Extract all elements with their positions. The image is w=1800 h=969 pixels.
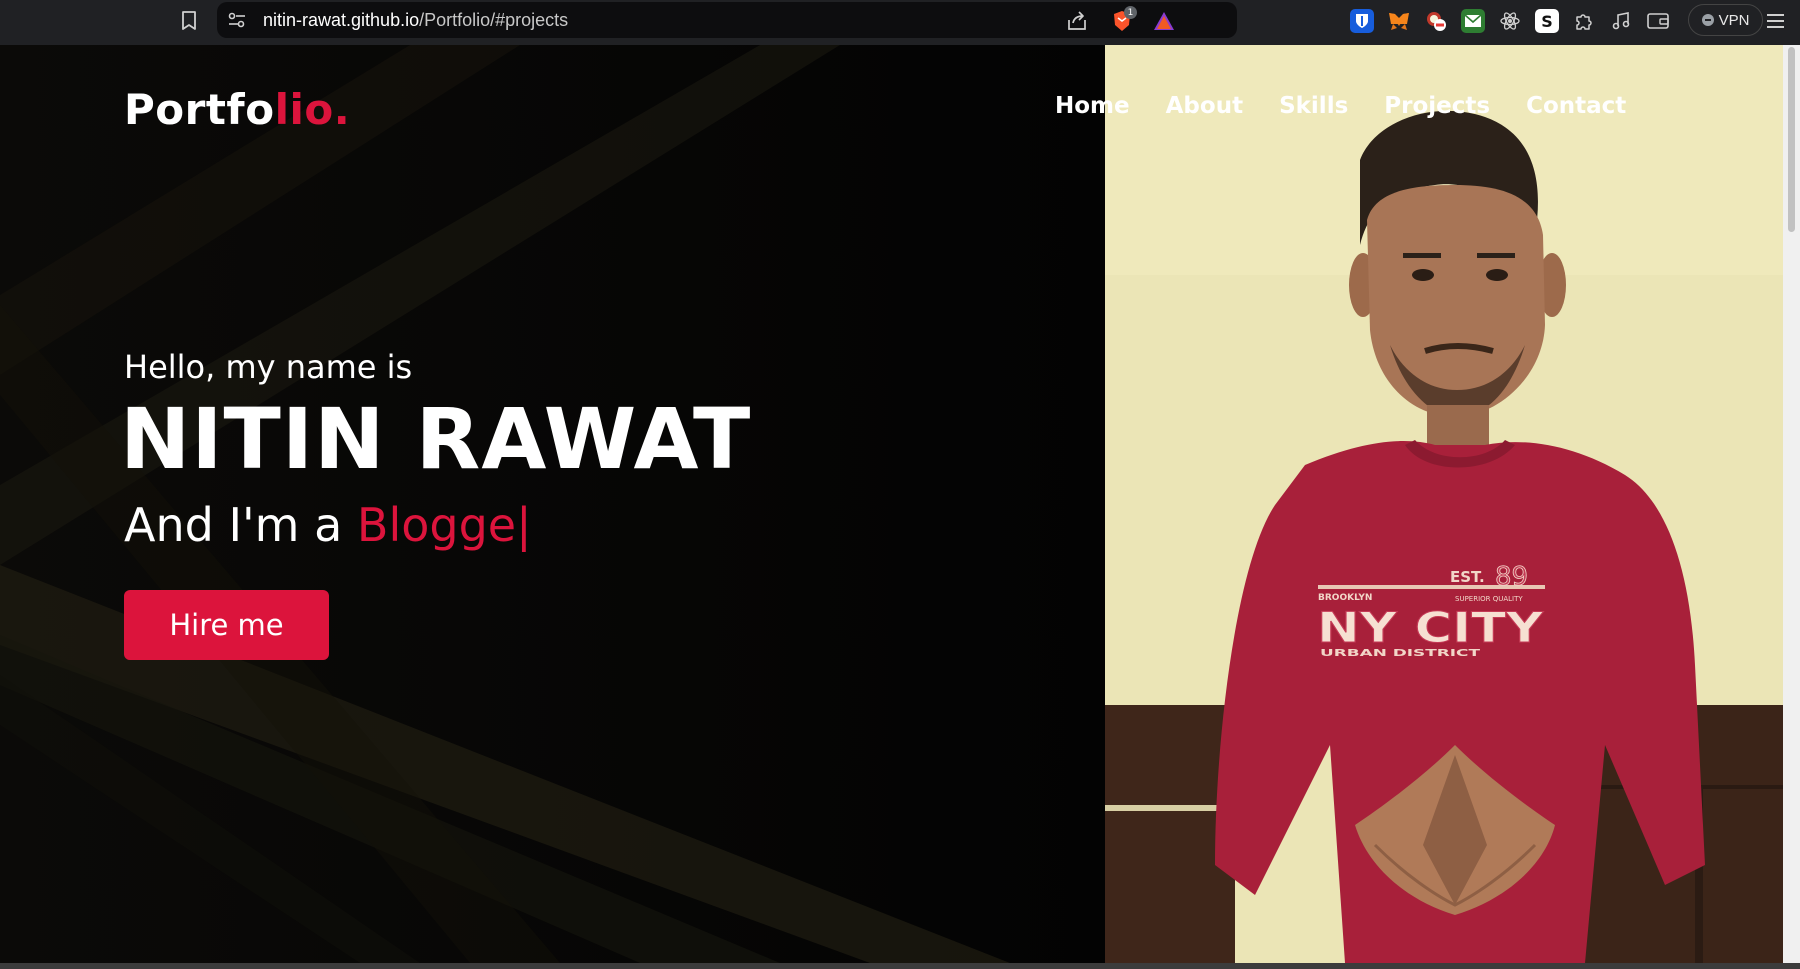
nav-skills[interactable]: Skills bbox=[1279, 93, 1348, 119]
hero-name: NITIN RAWAT bbox=[120, 390, 752, 488]
role-typed-text: Blogge bbox=[356, 498, 517, 552]
nav-contact[interactable]: Contact bbox=[1526, 93, 1626, 119]
ublock-icon[interactable] bbox=[1424, 9, 1448, 33]
logo-accent: lio. bbox=[274, 85, 351, 134]
role-prefix: And I'm a bbox=[124, 498, 357, 552]
nav-home[interactable]: Home bbox=[1055, 93, 1130, 119]
metamask-icon[interactable] bbox=[1387, 9, 1411, 33]
site-settings-icon[interactable] bbox=[227, 10, 247, 30]
react-devtools-icon[interactable] bbox=[1498, 9, 1522, 33]
puzzle-icon[interactable] bbox=[1572, 9, 1596, 33]
nav-about[interactable]: About bbox=[1166, 93, 1243, 119]
share-icon[interactable] bbox=[1065, 9, 1089, 33]
site-logo[interactable]: Portfolio. bbox=[124, 85, 350, 134]
vpn-button[interactable]: VPN bbox=[1688, 4, 1763, 36]
wallet-icon[interactable] bbox=[1646, 9, 1670, 33]
main-nav: Home About Skills Projects Contact bbox=[1055, 93, 1662, 119]
shirt-big-text: NY CITY bbox=[1317, 603, 1544, 652]
vpn-status-icon bbox=[1701, 14, 1714, 26]
portfolio-page: EST. 89 BROOKLYN SUPERIOR QUALITY NY CIT… bbox=[0, 45, 1800, 963]
shirt-brooklyn: BROOKLYN bbox=[1318, 593, 1372, 603]
bitwarden-icon[interactable] bbox=[1350, 9, 1374, 33]
logo-main: Portfo bbox=[124, 85, 275, 134]
mail-icon[interactable] bbox=[1461, 9, 1485, 33]
music-icon[interactable] bbox=[1609, 9, 1633, 33]
hero-greeting: Hello, my name is bbox=[124, 348, 413, 386]
url-path: /Portfolio/#projects bbox=[419, 10, 569, 30]
browser-toolbar: nitin-rawat.github.io/Portfolio/#project… bbox=[0, 0, 1800, 45]
vpn-label: VPN bbox=[1718, 11, 1750, 29]
shirt-tagline: SUPERIOR QUALITY bbox=[1455, 595, 1523, 603]
address-bar[interactable]: nitin-rawat.github.io/Portfolio/#project… bbox=[217, 2, 1237, 38]
menu-icon[interactable] bbox=[1762, 8, 1788, 34]
url-host: nitin-rawat.github.io bbox=[263, 10, 420, 30]
s-extension-icon[interactable]: S bbox=[1535, 9, 1559, 33]
window-bottom-edge bbox=[0, 963, 1800, 969]
page-scrollbar[interactable] bbox=[1783, 45, 1800, 963]
bookmark-icon[interactable] bbox=[176, 8, 202, 34]
brave-rewards-icon[interactable] bbox=[1152, 9, 1176, 33]
hero-role: And I'm a Blogge| bbox=[124, 498, 532, 552]
shield-count-badge: 1 bbox=[1124, 6, 1137, 19]
extensions-bar: S bbox=[1350, 6, 1683, 36]
profile-photo: EST. 89 BROOKLYN SUPERIOR QUALITY NY CIT… bbox=[1105, 45, 1783, 963]
shirt-est: EST. bbox=[1450, 568, 1485, 586]
shirt-district: URBAN DISTRICT bbox=[1320, 648, 1480, 659]
brave-shield-icon[interactable]: 1 bbox=[1110, 6, 1137, 33]
shirt-year: 89 bbox=[1495, 562, 1528, 592]
url-text[interactable]: nitin-rawat.github.io/Portfolio/#project… bbox=[263, 10, 568, 31]
typing-caret: | bbox=[516, 498, 532, 552]
nav-projects[interactable]: Projects bbox=[1384, 93, 1490, 119]
hire-me-button[interactable]: Hire me bbox=[124, 590, 329, 660]
scrollbar-thumb[interactable] bbox=[1788, 47, 1795, 232]
